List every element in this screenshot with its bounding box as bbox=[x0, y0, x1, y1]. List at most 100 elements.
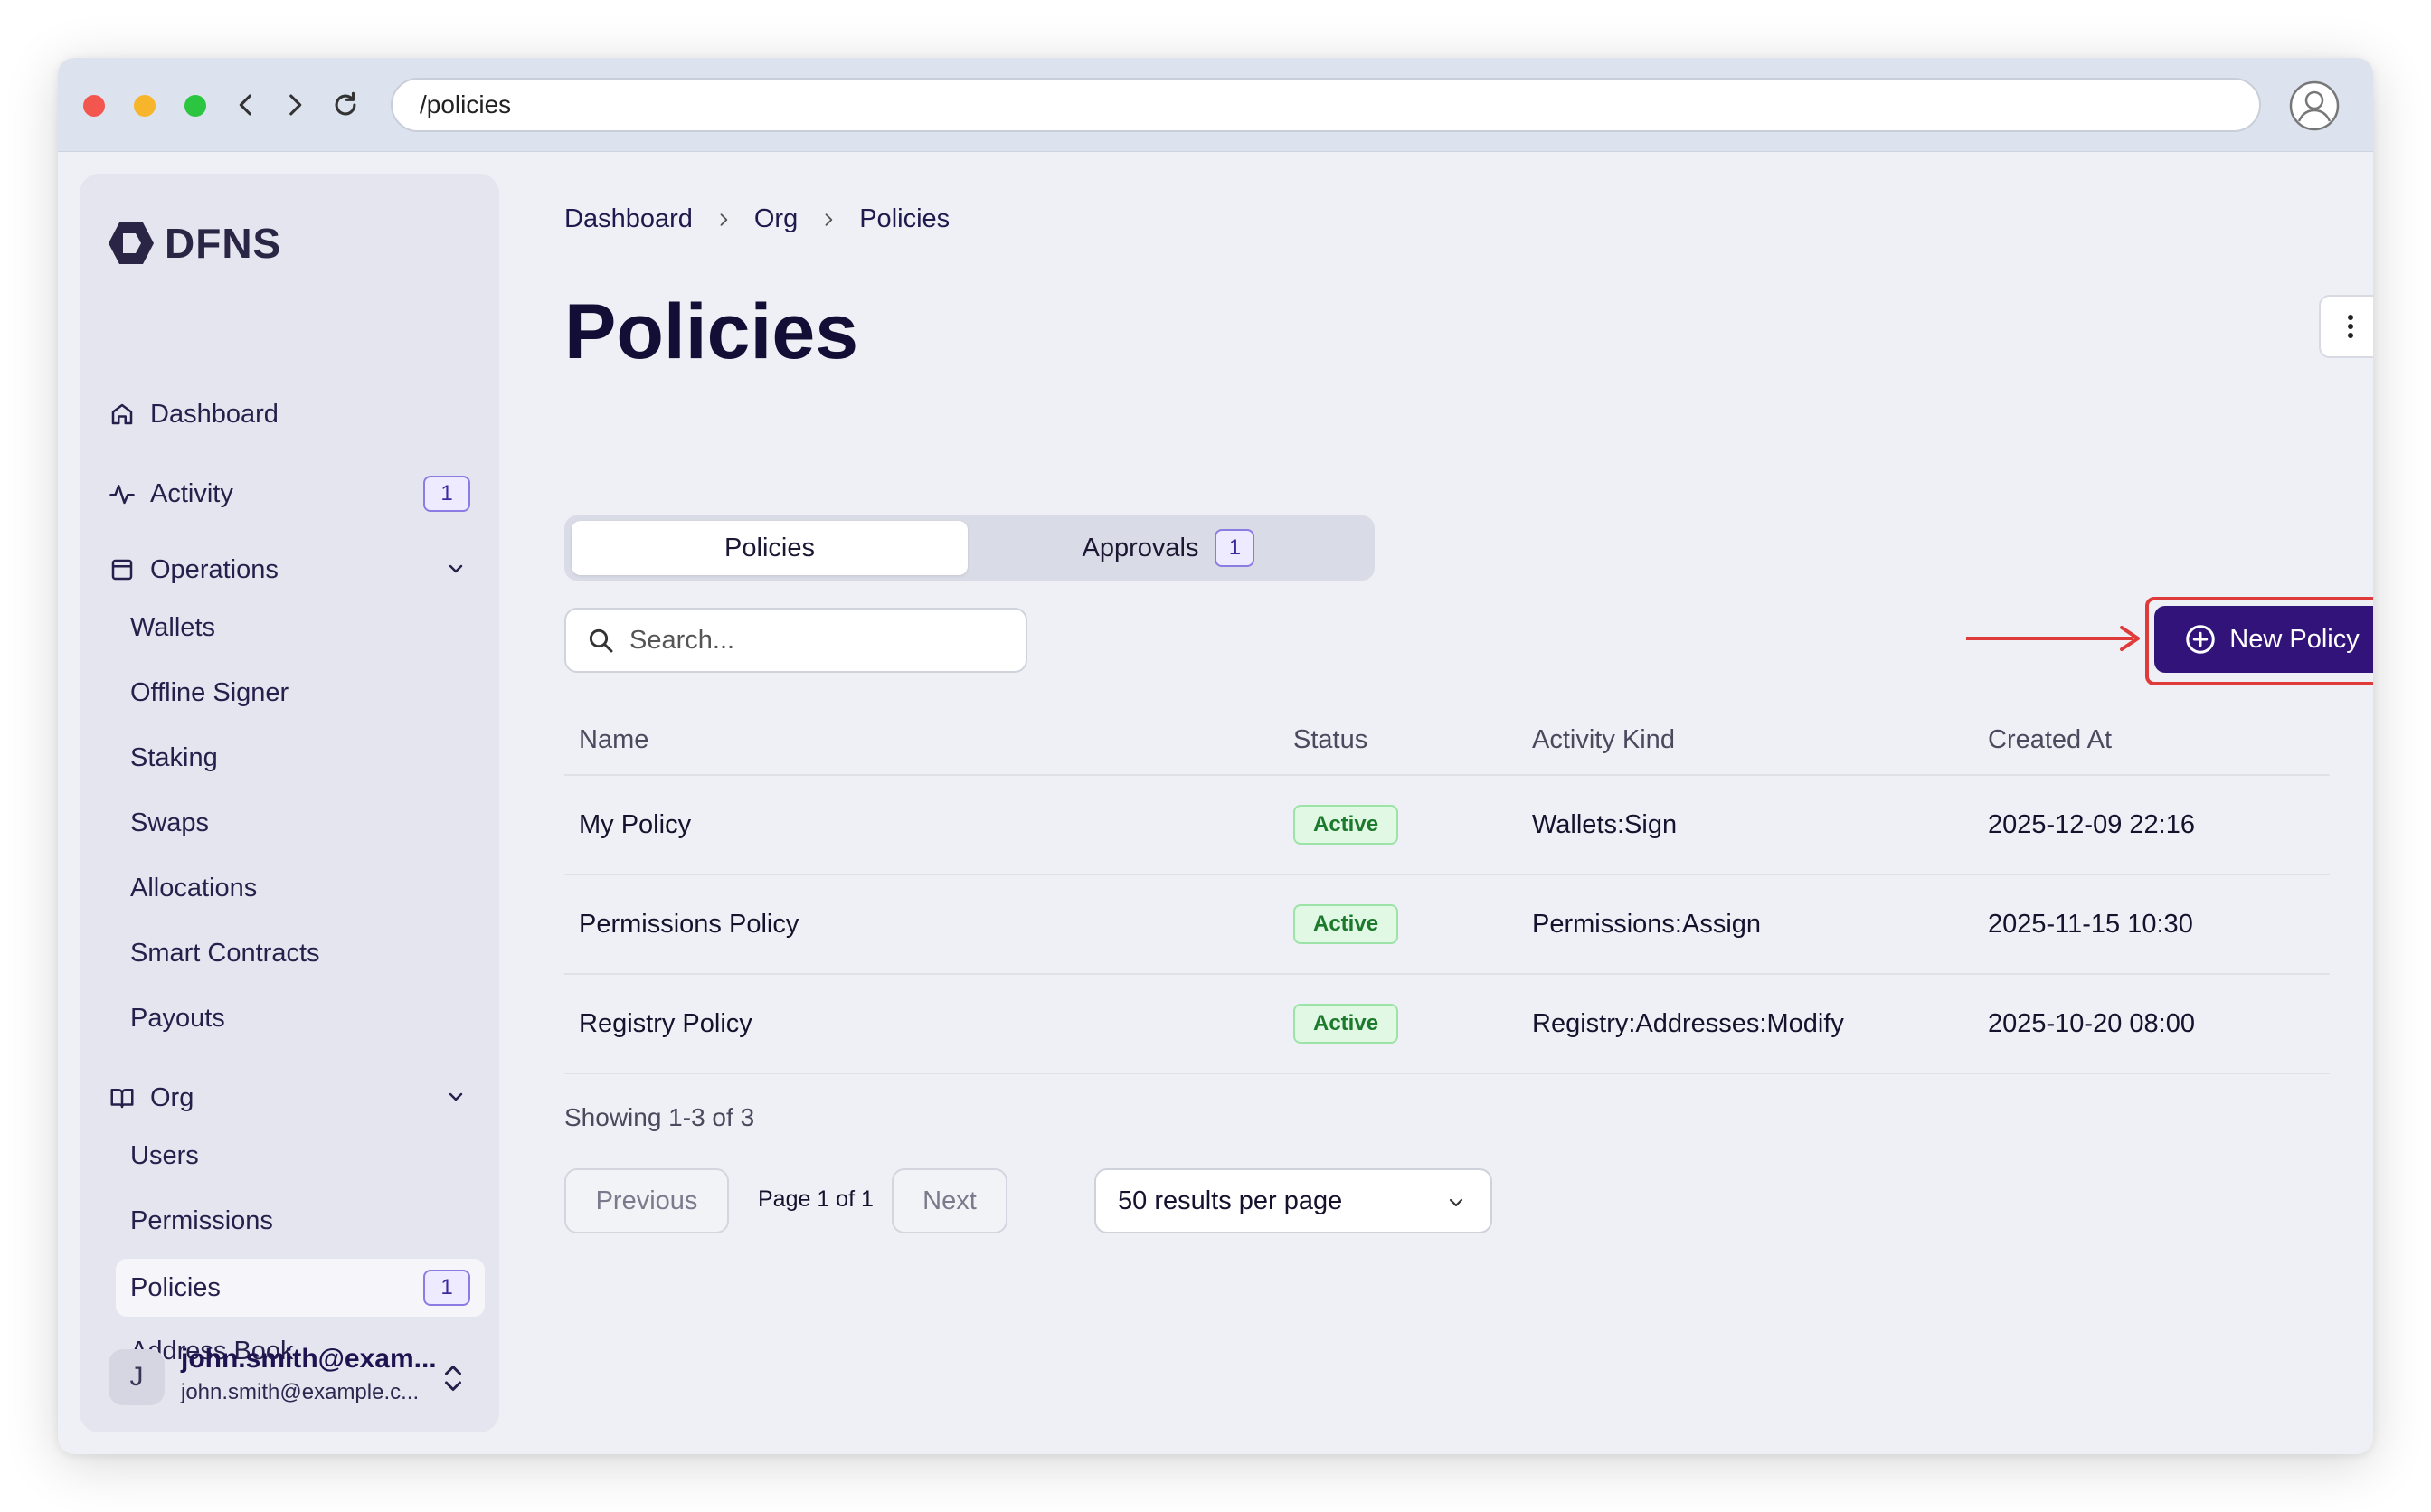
breadcrumb-policies: Policies bbox=[859, 204, 951, 233]
avatar: J bbox=[109, 1349, 165, 1405]
breadcrumb-org[interactable]: Org bbox=[754, 204, 798, 234]
book-icon bbox=[110, 1089, 134, 1109]
tab-policies[interactable]: Policies bbox=[572, 521, 968, 575]
reload-icon bbox=[335, 91, 356, 116]
table-header: Name Status Activity Kind Created At bbox=[564, 705, 2330, 776]
results-per-page-select[interactable]: 50 results per page bbox=[1094, 1168, 1492, 1233]
home-icon bbox=[111, 403, 133, 425]
forward-button[interactable] bbox=[277, 87, 313, 123]
column-header-status[interactable]: Status bbox=[1293, 705, 1367, 774]
chevron-up-down-icon bbox=[445, 1366, 461, 1391]
sidebar-item-label: Payouts bbox=[130, 1003, 225, 1033]
dfns-logo-icon bbox=[109, 222, 154, 264]
user-menu[interactable]: J john.smith@exam... john.smith@example.… bbox=[109, 1342, 485, 1414]
search-icon bbox=[589, 628, 613, 653]
page-indicator: Page 1 of 1 bbox=[758, 1186, 874, 1212]
tab-bar: Policies Approvals 1 bbox=[564, 515, 1375, 581]
sidebar-item-label: Dashboard bbox=[150, 399, 279, 429]
search-box[interactable] bbox=[564, 608, 1027, 673]
sidebar-item-staking[interactable]: Staking bbox=[116, 731, 485, 785]
sidebar-item-operations[interactable]: Operations bbox=[109, 543, 485, 597]
tab-label: Approvals bbox=[1082, 533, 1199, 562]
activity-kind: Permissions:Assign bbox=[1532, 909, 1762, 939]
sidebar-item-label: Staking bbox=[130, 742, 218, 772]
plus-circle-icon bbox=[2186, 625, 2216, 654]
reload-button[interactable] bbox=[327, 87, 364, 123]
created-at: 2025-11-15 10:30 bbox=[1988, 909, 2193, 939]
sidebar-item-wallets[interactable]: Wallets bbox=[116, 600, 485, 655]
sidebar-item-smart-contracts[interactable]: Smart Contracts bbox=[116, 926, 485, 980]
next-page-button[interactable]: Next bbox=[892, 1168, 1007, 1233]
browser-toolbar: /policies bbox=[58, 58, 2373, 152]
sidebar-item-policies[interactable]: Policies 1 bbox=[116, 1259, 485, 1317]
dfns-logo[interactable]: DFNS bbox=[107, 219, 281, 268]
chevron-down-icon bbox=[449, 564, 463, 573]
activity-count-badge: 1 bbox=[423, 476, 470, 512]
created-at: 2025-10-20 08:00 bbox=[1988, 1008, 2195, 1038]
calendar-icon bbox=[111, 559, 133, 581]
sidebar-item-label: Permissions bbox=[130, 1205, 273, 1235]
status-badge: Active bbox=[1293, 904, 1399, 944]
chevron-right-icon bbox=[825, 213, 833, 226]
sidebar-item-label: Allocations bbox=[130, 873, 258, 902]
previous-page-button[interactable]: Previous bbox=[564, 1168, 729, 1233]
minimize-window-button[interactable] bbox=[134, 95, 156, 117]
column-header-activity-kind[interactable]: Activity Kind bbox=[1532, 705, 1675, 774]
tab-approvals[interactable]: Approvals 1 bbox=[968, 521, 1369, 575]
chevron-left-icon bbox=[239, 94, 251, 116]
user-name: john.smith@exam... bbox=[181, 1344, 437, 1374]
address-bar[interactable]: /policies bbox=[391, 78, 2261, 132]
breadcrumb-dashboard[interactable]: Dashboard bbox=[564, 204, 693, 234]
activity-icon bbox=[109, 485, 135, 505]
search-input[interactable] bbox=[629, 625, 991, 656]
close-window-button[interactable] bbox=[83, 95, 105, 117]
sidebar-item-org[interactable]: Org bbox=[109, 1071, 485, 1125]
results-count: Showing 1-3 of 3 bbox=[564, 1103, 755, 1131]
new-policy-label: New Policy bbox=[2229, 624, 2360, 654]
column-header-created-at[interactable]: Created At bbox=[1988, 705, 2112, 774]
activity-kind: Registry:Addresses:Modify bbox=[1532, 1008, 1844, 1038]
sidebar-item-label: Operations bbox=[150, 554, 279, 584]
sidebar-item-allocations[interactable]: Allocations bbox=[116, 861, 485, 915]
more-vertical-icon bbox=[2348, 315, 2353, 338]
table-row[interactable]: My Policy Active Wallets:Sign 2025-12-09… bbox=[564, 776, 2330, 875]
maximize-window-button[interactable] bbox=[184, 95, 206, 117]
annotation-arrow-icon bbox=[1966, 626, 2140, 651]
activity-kind: Wallets:Sign bbox=[1532, 809, 1678, 839]
sidebar-item-label: Smart Contracts bbox=[130, 938, 320, 968]
sidebar-item-swaps[interactable]: Swaps bbox=[116, 796, 485, 850]
policy-name: Permissions Policy bbox=[579, 909, 799, 939]
table-row[interactable]: Registry Policy Active Registry:Addresse… bbox=[564, 975, 2330, 1074]
browser-window: /policies DFNS Dashboard Activity 1 Oper… bbox=[58, 58, 2373, 1454]
sidebar-item-label: Org bbox=[150, 1082, 194, 1112]
policies-count-badge: 1 bbox=[423, 1270, 470, 1306]
user-email: john.smith@example.c... bbox=[181, 1380, 420, 1404]
sidebar-item-dashboard[interactable]: Dashboard bbox=[109, 387, 485, 441]
policy-name: Registry Policy bbox=[579, 1008, 752, 1038]
sidebar-item-label: Policies bbox=[130, 1272, 221, 1302]
profile-icon[interactable] bbox=[2288, 80, 2341, 132]
policies-table: Name Status Activity Kind Created At My … bbox=[564, 705, 2330, 1074]
created-at: 2025-12-09 22:16 bbox=[1988, 809, 2195, 839]
approvals-count-badge: 1 bbox=[1215, 529, 1255, 567]
tab-label: Policies bbox=[724, 533, 815, 562]
sidebar-item-payouts[interactable]: Payouts bbox=[116, 991, 485, 1045]
breadcrumb: Dashboard Org Policies bbox=[564, 204, 950, 234]
sidebar-item-users[interactable]: Users bbox=[116, 1129, 485, 1183]
chevron-down-icon bbox=[1449, 1198, 1463, 1207]
sidebar-item-offline-signer[interactable]: Offline Signer bbox=[116, 666, 485, 720]
sidebar-item-label: Activity bbox=[150, 478, 233, 508]
sidebar-item-activity[interactable]: Activity 1 bbox=[109, 467, 485, 521]
chevron-right-icon bbox=[720, 213, 728, 226]
sidebar-item-permissions[interactable]: Permissions bbox=[116, 1194, 485, 1248]
back-button[interactable] bbox=[228, 87, 264, 123]
sidebar: DFNS Dashboard Activity 1 Operations Wal… bbox=[80, 174, 499, 1432]
new-policy-button[interactable]: New Policy bbox=[2154, 606, 2373, 673]
logo-text: DFNS bbox=[165, 220, 282, 267]
more-options-button[interactable] bbox=[2319, 295, 2373, 358]
page-title: Policies bbox=[564, 288, 859, 375]
table-row[interactable]: Permissions Policy Active Permissions:As… bbox=[564, 875, 2330, 975]
sidebar-item-label: Wallets bbox=[130, 612, 215, 642]
column-header-name[interactable]: Name bbox=[579, 705, 648, 774]
sidebar-item-label: Swaps bbox=[130, 808, 210, 837]
